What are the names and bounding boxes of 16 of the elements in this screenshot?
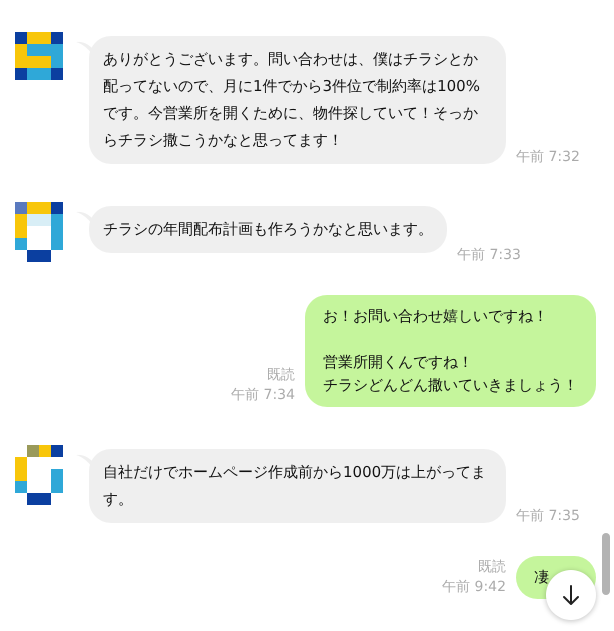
message-bubble: お！お問い合わせ嬉しいですね！ 営業所開くんですね！ チラシどんどん撒いていきましょう！ — [305, 295, 596, 407]
message-time: 午前 7:35 — [516, 507, 580, 526]
arrow-down-icon — [561, 584, 581, 606]
message-bubble: ありがとうございます。問い合わせは、僕はチラシとか配ってないので、月に1件でから3件位で制約率は100%です。今営業所を開くために、物件探していて！そっからチラシ撒こうかなと思ってます！ — [89, 36, 506, 164]
avatar-icon — [15, 202, 63, 262]
message-time: 午前 9:42 — [442, 578, 506, 597]
read-receipt: 既読 — [478, 558, 506, 577]
read-receipt: 既読 — [267, 366, 295, 385]
message-bubble: チラシの年間配布計画も作ろうかなと思います。 — [89, 206, 447, 253]
message-bubble: 自社だけでホームページ作成前から1000万は上がってます。 — [89, 449, 506, 523]
message-time: 午前 7:33 — [457, 246, 521, 265]
avatar-icon — [15, 32, 63, 80]
scrollbar-thumb[interactable] — [602, 533, 610, 595]
message-time: 午前 7:32 — [516, 148, 580, 167]
avatar-icon — [15, 445, 63, 505]
message-time: 午前 7:34 — [231, 386, 295, 405]
